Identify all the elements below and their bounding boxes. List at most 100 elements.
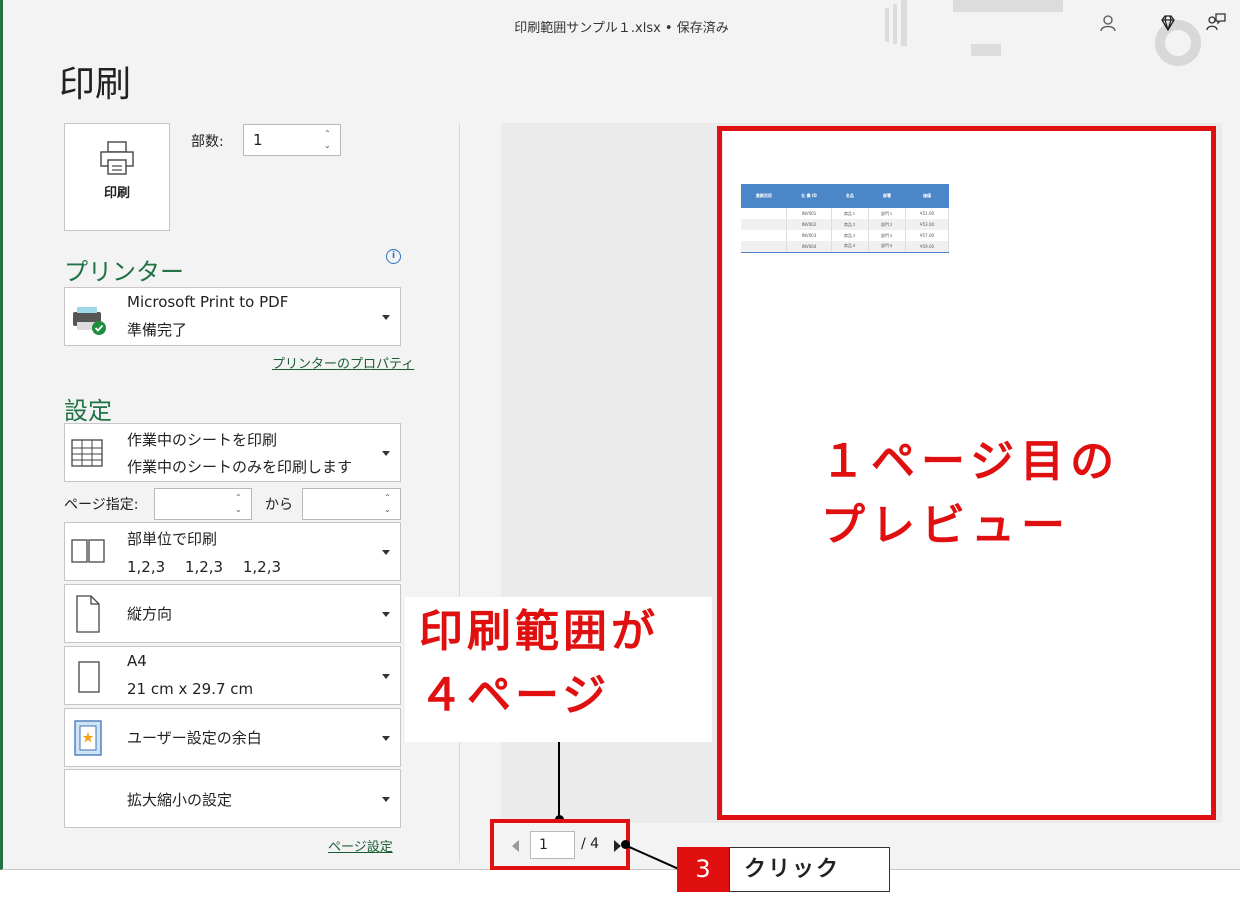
- printer-name: Microsoft Print to PDF: [127, 293, 289, 311]
- pages-to-label: から: [265, 497, 293, 513]
- table-cell: 部門４: [868, 241, 907, 253]
- chevron-down-icon: [382, 451, 390, 456]
- paper-size-dropdown[interactable]: A4 21 cm x 29.7 cm: [64, 646, 401, 705]
- print-what-desc: 作業中のシートのみを印刷します: [127, 458, 353, 476]
- spin-down-icon[interactable]: ⌄: [384, 506, 394, 514]
- spin-up-icon[interactable]: ⌃: [235, 494, 245, 502]
- margins-title: ユーザー設定の余白: [127, 729, 262, 747]
- table-cell: 商品４: [831, 241, 869, 253]
- preview-table-header-cell: 仕 業 ID: [786, 184, 832, 208]
- copies-label: 部数:: [191, 134, 224, 150]
- chevron-down-icon: [382, 674, 390, 679]
- table-cell: 商品３: [831, 230, 869, 241]
- title-decoration: [893, 4, 897, 44]
- table-cell: 部門２: [868, 219, 907, 230]
- spin-up-icon[interactable]: ⌃: [384, 494, 394, 502]
- print-button-label: 印刷: [103, 186, 130, 201]
- orientation-dropdown[interactable]: 縦方向: [64, 584, 401, 643]
- feedback-icon[interactable]: [1203, 10, 1229, 36]
- title-decoration: [885, 8, 889, 42]
- margins-dropdown[interactable]: ユーザー設定の余白: [64, 708, 401, 767]
- table-cell: 商品２: [831, 219, 869, 230]
- range-annotation: 印刷範囲が ４ページ: [419, 606, 659, 721]
- copies-spinner[interactable]: 1 ⌃ ⌄: [243, 124, 341, 156]
- chevron-down-icon: [382, 315, 390, 320]
- collate-title: 部単位で印刷: [127, 530, 218, 548]
- pdf-printer-icon: [73, 307, 106, 335]
- collate-dropdown[interactable]: 部単位で印刷 1,2,3 1,2,3 1,2,3: [64, 522, 401, 581]
- table-cell: [741, 230, 788, 241]
- title-bar: 印刷範囲サンプル１.xlsx • 保存済み: [3, 0, 1240, 66]
- spin-up-icon[interactable]: ⌃: [324, 130, 334, 138]
- spin-down-icon[interactable]: ⌄: [235, 506, 245, 514]
- next-page-icon[interactable]: [614, 840, 621, 852]
- pages-from-spinner[interactable]: ⌃ ⌄: [154, 488, 252, 520]
- sheet-grid-icon: [71, 439, 103, 467]
- current-page-input[interactable]: 1: [530, 831, 575, 859]
- preview-table-header-cell: 貴期活用: [741, 184, 787, 208]
- printer-dropdown[interactable]: Microsoft Print to PDF 準備完了: [64, 287, 401, 346]
- pages-to-spinner[interactable]: ⌃ ⌄: [302, 488, 401, 520]
- table-cell: ¥59.00: [905, 241, 949, 253]
- pane-divider: [459, 123, 460, 863]
- diamond-icon[interactable]: [1155, 10, 1181, 36]
- print-button[interactable]: 印刷: [64, 123, 170, 231]
- custom-margins-icon: [74, 720, 102, 756]
- previous-page-icon[interactable]: [512, 840, 519, 852]
- title-decoration: [971, 44, 1001, 56]
- window-title: 印刷範囲サンプル１.xlsx • 保存済み: [514, 21, 729, 36]
- printer-section-title: プリンター: [64, 258, 184, 286]
- table-row: INV002 商品２ 部門２ ¥53.00: [741, 219, 949, 230]
- page-setup-link[interactable]: ページ設定: [328, 836, 393, 855]
- step-instruction: クリック: [729, 847, 890, 892]
- page-navigator: 1 / 4: [490, 819, 630, 870]
- copies-value: 1: [253, 131, 263, 149]
- printer-properties-link[interactable]: プリンターのプロパティ: [272, 353, 414, 372]
- title-decoration: [901, 0, 907, 46]
- info-icon[interactable]: i: [386, 249, 401, 264]
- portrait-page-icon: [76, 595, 100, 633]
- table-cell: 商品１: [831, 208, 869, 219]
- orientation-title: 縦方向: [127, 605, 173, 623]
- print-what-title: 作業中のシートを印刷: [127, 431, 278, 449]
- chevron-down-icon: [382, 612, 390, 617]
- table-row: INV004 商品４ 部門４ ¥59.00: [741, 241, 949, 253]
- backstage-window: 印刷範囲サンプル１.xlsx • 保存済み 印刷 印刷 部数: 1 ⌃ ⌄ プリ…: [0, 0, 1240, 870]
- chevron-down-icon: [382, 550, 390, 555]
- paper-size-title: A4: [127, 652, 147, 670]
- printer-icon: [100, 141, 134, 175]
- table-cell: [741, 219, 788, 230]
- pages-label: ページ指定:: [64, 497, 139, 513]
- preview-table: 貴期活用 仕 業 ID 名品 部署 価値 INV001 商品１ 部門１ ¥51.…: [741, 184, 949, 253]
- table-row: INV001 商品１ 部門１ ¥51.00: [741, 208, 949, 219]
- paper-size-icon: [78, 661, 100, 693]
- preview-table-header-cell: 価値: [905, 184, 949, 208]
- chevron-down-icon: [382, 797, 390, 802]
- table-cell: INV002: [786, 219, 832, 230]
- table-cell: INV001: [786, 208, 832, 219]
- settings-section-title: 設定: [64, 397, 112, 425]
- table-cell: INV004: [786, 241, 832, 253]
- preview-table-header-cell: 部署: [868, 184, 906, 208]
- paper-size-desc: 21 cm x 29.7 cm: [127, 680, 254, 698]
- table-cell: 部門３: [868, 230, 907, 241]
- spin-down-icon[interactable]: ⌄: [324, 142, 334, 150]
- table-cell: ¥53.00: [905, 219, 949, 230]
- preview-table-header-cell: 名品: [831, 184, 869, 208]
- chevron-down-icon: [382, 736, 390, 741]
- page-title: 印刷: [59, 64, 132, 105]
- collate-desc: 1,2,3 1,2,3 1,2,3: [127, 558, 282, 576]
- table-cell: INV003: [786, 230, 832, 241]
- annotation-connector: [558, 742, 560, 819]
- table-cell: [741, 208, 788, 219]
- person-icon[interactable]: [1095, 10, 1121, 36]
- preview-table-header: 貴期活用 仕 業 ID 名品 部署 価値: [741, 184, 949, 208]
- table-cell: 部門１: [868, 208, 907, 219]
- collate-icon: [71, 539, 105, 563]
- scaling-dropdown[interactable]: 拡大縮小の設定: [64, 769, 401, 828]
- scaling-title: 拡大縮小の設定: [127, 791, 233, 809]
- print-what-dropdown[interactable]: 作業中のシートを印刷 作業中のシートのみを印刷します: [64, 423, 401, 482]
- table-cell: [741, 241, 788, 253]
- table-cell: ¥57.00: [905, 230, 949, 241]
- table-row: INV003 商品３ 部門３ ¥57.00: [741, 230, 949, 241]
